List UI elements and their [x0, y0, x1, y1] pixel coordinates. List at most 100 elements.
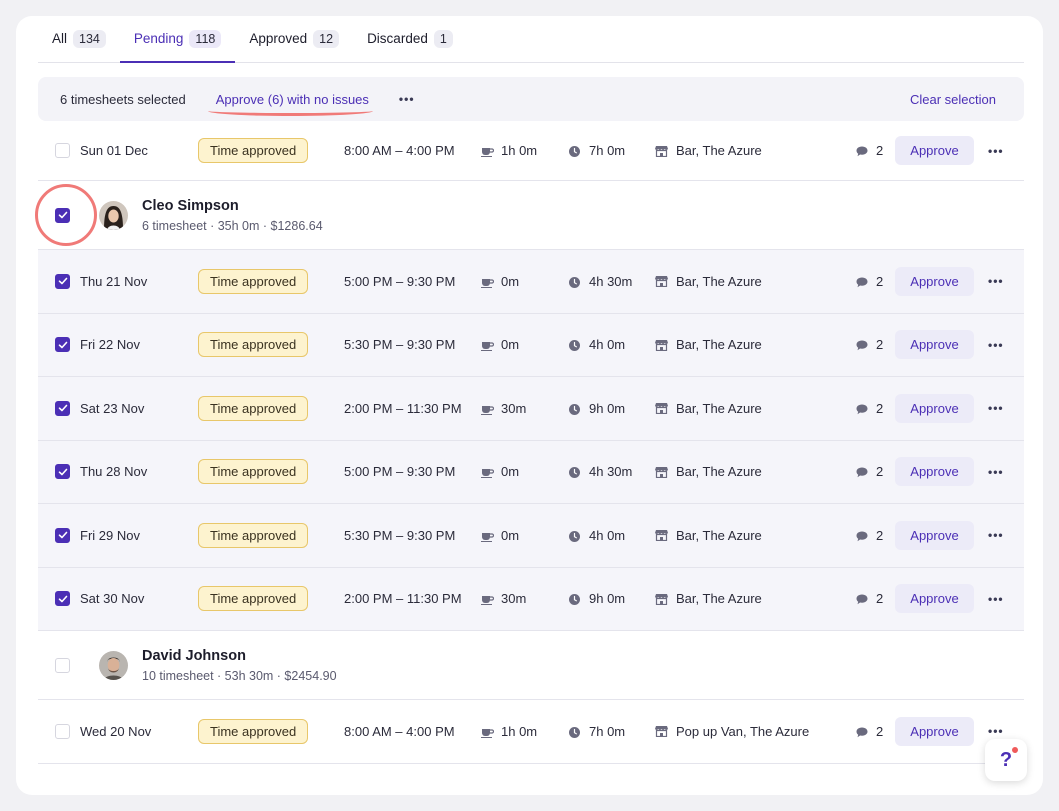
group-checkbox[interactable] — [55, 657, 70, 673]
row-date: Thu 28 Nov — [80, 464, 148, 480]
bulk-more-button[interactable]: ••• — [399, 92, 415, 106]
approve-button[interactable]: Approve — [895, 266, 974, 296]
tab-pending[interactable]: Pending 118 — [119, 16, 236, 63]
help-button[interactable]: ? — [985, 739, 1027, 781]
row-location: Pop up Van, The Azure — [676, 723, 810, 739]
store-icon — [655, 275, 668, 288]
clock-icon — [569, 466, 580, 479]
approve-button[interactable]: Approve — [895, 520, 974, 550]
row-duration: 9h 0m — [589, 591, 626, 607]
row-duration: 9h 0m — [589, 400, 626, 416]
row-more-button[interactable]: ••• — [988, 465, 1004, 479]
tab-approved[interactable]: Approved 12 — [235, 16, 353, 62]
clear-selection-button[interactable]: Clear selection — [910, 92, 996, 107]
row-duration: 7h 0m — [589, 143, 626, 158]
row-more-button[interactable]: ••• — [988, 144, 1004, 158]
status-badge: Time approved — [198, 395, 309, 421]
bulk-approve-label: Approve (6) with no issues — [215, 91, 369, 107]
person-summary: 10 timesheet · 53h 30m · $2454.90 — [142, 669, 337, 683]
timesheet-list: Sun 01 Dec Time approved 8:00 AM – 4:00 … — [35, 121, 1024, 764]
timesheet-row[interactable]: Sat 23 Nov Time approved 2:00 PM – 11:30… — [38, 377, 1024, 441]
annotation-circle — [35, 184, 97, 246]
row-comment-count: 2 — [876, 273, 884, 289]
tab-discarded[interactable]: Discarded 1 — [353, 16, 467, 62]
approve-button[interactable]: Approve — [895, 330, 974, 360]
row-location: Bar, The Azure — [676, 273, 762, 289]
break-cup-icon — [481, 339, 495, 352]
row-checkbox[interactable] — [55, 337, 70, 353]
break-cup-icon — [481, 403, 495, 415]
timesheet-row[interactable]: Thu 21 Nov Time approved 5:00 PM – 9:30 … — [38, 250, 1024, 314]
break-cup-icon — [481, 726, 495, 738]
row-checkbox[interactable] — [55, 591, 70, 607]
tab-count: 12 — [313, 29, 340, 48]
break-cup-icon — [481, 466, 495, 479]
selected-count-text: 6 timesheets selected — [60, 91, 186, 107]
comment-icon — [856, 593, 868, 605]
tab-count: 134 — [73, 29, 106, 48]
status-badge: Time approved — [198, 138, 309, 163]
store-icon — [655, 145, 668, 157]
person-group-header[interactable]: Cleo Simpson 6 timesheet · 35h 0m · $128… — [35, 181, 1024, 250]
timesheet-row[interactable]: Fri 22 Nov Time approved 5:30 PM – 9:30 … — [38, 313, 1024, 377]
bulk-approve-button[interactable]: Approve (6) with no issues — [207, 91, 373, 116]
approve-button[interactable]: Approve — [895, 457, 974, 487]
row-more-button[interactable]: ••• — [988, 338, 1004, 352]
store-icon — [655, 402, 668, 415]
row-more-button[interactable]: ••• — [988, 528, 1004, 542]
tab-count: 1 — [433, 29, 453, 48]
tab-label: Pending — [133, 31, 184, 46]
comment-icon — [856, 276, 868, 288]
approve-button[interactable]: Approve — [895, 716, 974, 746]
row-date: Sat 23 Nov — [80, 400, 145, 416]
row-checkbox[interactable] — [55, 273, 70, 289]
selection-bar: 6 timesheets selected Approve (6) with n… — [38, 77, 1024, 121]
row-comment-count: 2 — [876, 337, 884, 353]
avatar — [99, 200, 128, 230]
row-more-button[interactable]: ••• — [988, 274, 1004, 288]
timesheets-panel: All 134 Pending 118 Approved 12 Discarde… — [16, 16, 1043, 795]
timesheet-row[interactable]: Fri 29 Nov Time approved 5:30 PM – 9:30 … — [38, 504, 1024, 568]
row-checkbox[interactable] — [55, 143, 70, 158]
approve-button[interactable]: Approve — [895, 136, 974, 165]
row-more-button[interactable]: ••• — [988, 592, 1004, 606]
row-time-range: 8:00 AM – 4:00 PM — [344, 723, 455, 739]
row-location: Bar, The Azure — [676, 464, 762, 480]
timesheet-row[interactable]: Wed 20 Nov Time approved 8:00 AM – 4:00 … — [38, 700, 1024, 764]
tab-all[interactable]: All 134 — [38, 16, 120, 62]
row-break: 1h 0m — [501, 723, 538, 739]
tab-count: 118 — [189, 29, 222, 48]
row-checkbox[interactable] — [55, 723, 70, 739]
row-time-range: 5:30 PM – 9:30 PM — [344, 337, 456, 353]
row-checkbox[interactable] — [55, 400, 70, 416]
approve-button[interactable]: Approve — [895, 393, 974, 423]
row-comment-count: 2 — [876, 143, 884, 158]
row-location: Bar, The Azure — [676, 337, 762, 353]
row-checkbox[interactable] — [55, 527, 70, 543]
timesheet-row[interactable]: Thu 28 Nov Time approved 5:00 PM – 9:30 … — [38, 440, 1024, 504]
clock-icon — [569, 145, 580, 157]
break-cup-icon — [481, 530, 495, 542]
clock-icon — [569, 593, 580, 606]
row-break: 0m — [501, 464, 520, 480]
row-more-button[interactable]: ••• — [988, 724, 1004, 738]
status-badge: Time approved — [198, 459, 309, 485]
comment-icon — [856, 145, 868, 157]
row-duration: 4h 0m — [589, 337, 626, 353]
clock-icon — [569, 276, 580, 288]
store-icon — [655, 725, 668, 738]
tab-label: All — [52, 31, 68, 46]
person-group-header[interactable]: David Johnson 10 timesheet · 53h 30m · $… — [38, 631, 1024, 700]
timesheet-row[interactable]: Sat 30 Nov Time approved 2:00 PM – 11:30… — [38, 567, 1024, 631]
approve-button[interactable]: Approve — [895, 584, 974, 614]
row-comment-count: 2 — [876, 527, 884, 543]
break-cup-icon — [481, 593, 495, 606]
row-checkbox[interactable] — [55, 464, 70, 480]
status-badge: Time approved — [198, 332, 309, 358]
row-date: Sat 30 Nov — [80, 591, 145, 607]
row-location: Bar, The Azure — [676, 527, 762, 543]
row-time-range: 2:00 PM – 11:30 PM — [344, 400, 462, 416]
row-more-button[interactable]: ••• — [988, 401, 1004, 415]
row-comment-count: 2 — [876, 723, 884, 739]
timesheet-row[interactable]: Sun 01 Dec Time approved 8:00 AM – 4:00 … — [38, 121, 1024, 181]
